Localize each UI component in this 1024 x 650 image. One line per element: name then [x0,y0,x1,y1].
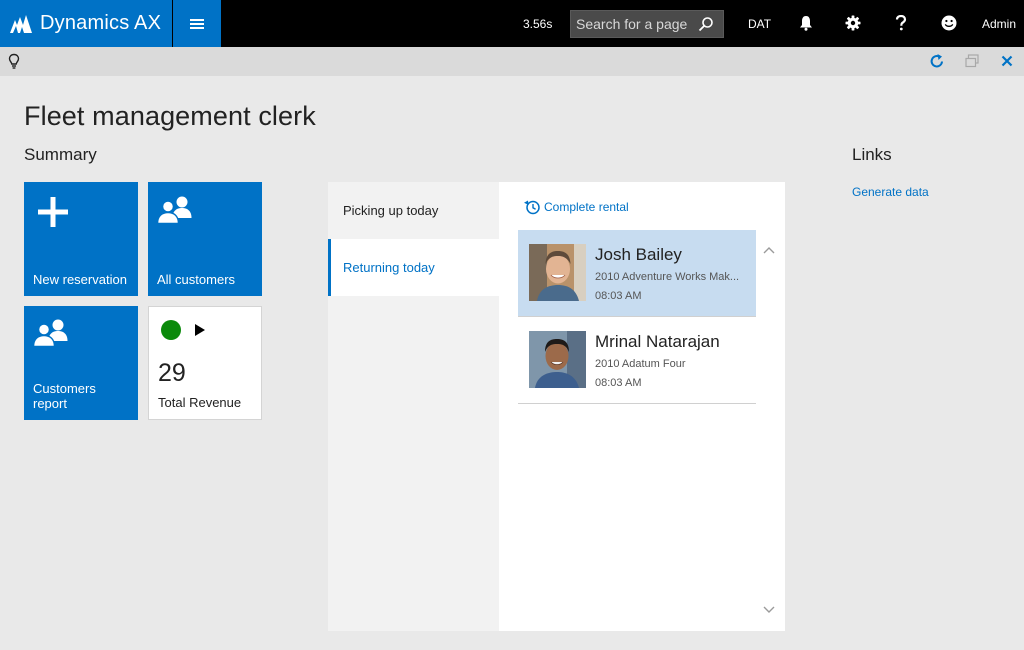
new-reservation-tile[interactable]: New reservation [24,182,138,296]
top-navigation-bar: Dynamics AX 3.56s DAT [0,0,1024,47]
vehicle-name: 2010 Adventure Works Mak... [595,271,740,283]
revenue-value: 29 [158,359,186,387]
people-icon [156,196,192,225]
customers-report-tile[interactable]: Customers report [24,306,138,420]
rental-card-josh-bailey[interactable]: Josh Bailey 2010 Adventure Works Mak... … [518,230,756,317]
help-icon[interactable] [890,12,912,34]
search-icon[interactable] [695,13,717,35]
refresh-icon[interactable] [927,51,947,71]
tile-label: Total Revenue [158,395,242,410]
user-menu[interactable]: Admin [982,17,1016,31]
tab-returning-today[interactable]: Returning today [328,239,499,296]
generate-data-link[interactable]: Generate data [852,185,929,199]
clock-return-icon [524,200,540,215]
app-name: Dynamics AX [40,12,162,34]
feedback-smiley-icon[interactable] [938,12,960,34]
rentals-tab-list: Picking up today Returning today [328,182,499,631]
close-icon[interactable] [997,51,1017,71]
brand-home-link[interactable]: Dynamics AX [0,0,172,47]
navigation-menu-button[interactable] [173,0,221,47]
play-icon [195,324,205,336]
total-revenue-tile[interactable]: 29 Total Revenue [148,306,262,420]
action-pane [0,47,1024,76]
all-customers-tile[interactable]: All customers [148,182,262,296]
lightbulb-icon[interactable] [4,51,24,71]
complete-rental-button[interactable]: Complete rental [523,199,629,215]
gear-icon[interactable] [842,12,864,34]
company-picker[interactable]: DAT [748,17,771,31]
dynamics-logo-icon [10,14,32,33]
summary-heading: Summary [24,145,97,164]
links-heading: Links [852,145,892,164]
tile-label: New reservation [33,272,127,287]
tile-label: All customers [157,272,236,287]
rentals-panel: Picking up today Returning today Complet… [328,182,785,631]
status-indicator-icon [161,320,181,340]
rental-card-mrinal-natarajan[interactable]: Mrinal Natarajan 2010 Adatum Four 08:03 … [518,317,756,404]
complete-rental-label: Complete rental [544,200,629,214]
search-box[interactable] [570,10,724,38]
open-in-new-window-icon[interactable] [962,51,982,71]
search-input[interactable] [571,16,695,32]
vehicle-name: 2010 Adatum Four [595,358,686,370]
load-timer: 3.56s [523,17,553,31]
avatar [529,331,586,388]
bell-icon[interactable] [795,12,817,34]
scroll-down-chevron-icon[interactable] [761,602,777,618]
people-icon [32,319,68,348]
scroll-up-chevron-icon[interactable] [761,242,777,258]
customer-name: Mrinal Natarajan [595,332,720,351]
customer-name: Josh Bailey [595,245,682,264]
tile-label: Customers report [33,381,96,411]
tab-picking-up-today[interactable]: Picking up today [328,182,499,239]
page-title: Fleet management clerk [24,101,316,131]
return-time: 08:03 AM [595,290,642,302]
plus-icon [38,197,68,227]
return-time: 08:03 AM [595,377,642,389]
hamburger-icon [190,18,204,29]
avatar [529,244,586,301]
